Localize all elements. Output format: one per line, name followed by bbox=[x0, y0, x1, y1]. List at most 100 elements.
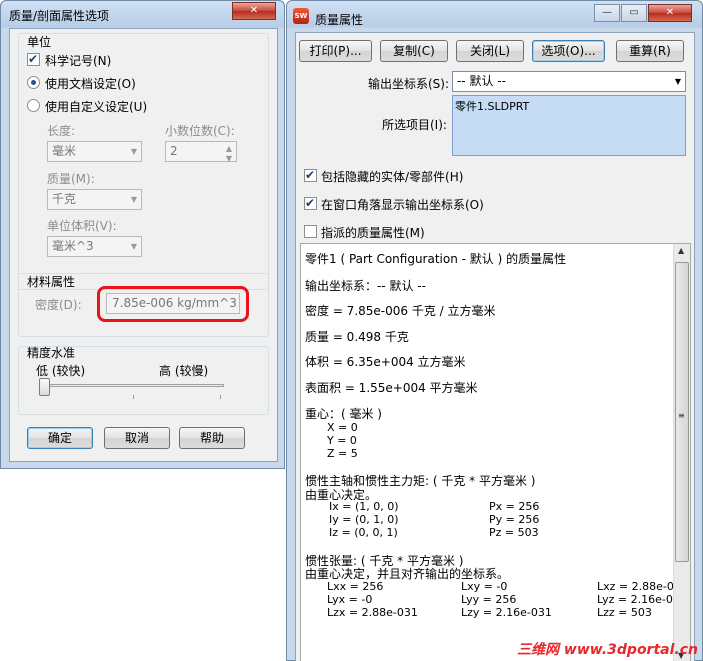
dropdown-arrow-icon: ▼ bbox=[130, 195, 137, 204]
close-report-button[interactable]: 关闭(L) bbox=[456, 40, 524, 62]
include-hidden-checkbox[interactable]: ✔ bbox=[304, 168, 317, 182]
report-mass-line: 质量 = 0.498 千克 bbox=[305, 330, 409, 344]
copy-button[interactable]: 复制(C) bbox=[380, 40, 448, 62]
ok-button[interactable]: 确定 bbox=[27, 427, 93, 449]
dropdown-arrow-icon: ▼ bbox=[130, 147, 137, 156]
per-volume-unit-value: 毫米^3 bbox=[52, 239, 94, 253]
report-axis-iy: Iy = (0, 1, 0) bbox=[329, 513, 399, 526]
window-titlebar[interactable]: SW 质量属性 — ▭ ✕ bbox=[287, 1, 702, 27]
use-custom-settings-label: 使用自定义设定(U) bbox=[45, 100, 148, 114]
site-watermark: 三维网 www.3dportal.cn bbox=[517, 642, 698, 658]
maximize-button[interactable]: ▭ bbox=[621, 4, 647, 22]
report-cog-title: 重心：( 毫米 ) bbox=[305, 407, 382, 421]
show-coord-corner-checkbox[interactable]: ✔ bbox=[304, 196, 317, 210]
report-tensor-cell: Lzy = 2.16e-031 bbox=[461, 606, 552, 619]
length-unit-select[interactable]: 毫米 ▼ bbox=[47, 141, 142, 162]
scroll-up-icon[interactable]: ▲ bbox=[678, 246, 684, 255]
scroll-grip-icon: ≡ bbox=[678, 411, 685, 420]
slider-tick bbox=[220, 395, 221, 399]
options-button[interactable]: 选项(O)... bbox=[532, 40, 605, 62]
report-tensor-cell: Lyx = -0 bbox=[327, 593, 373, 606]
report-tensor-cell: Lxx = 256 bbox=[327, 580, 384, 593]
spin-down-icon[interactable]: ▼ bbox=[226, 149, 232, 168]
slider-tick bbox=[133, 395, 134, 399]
minimize-button[interactable]: — bbox=[594, 4, 620, 22]
material-group-title: 材料属性 bbox=[27, 275, 76, 289]
decimals-value: 2 bbox=[170, 144, 178, 158]
mass-unit-select[interactable]: 千克 ▼ bbox=[47, 189, 142, 210]
density-value: 7.85e-006 kg/mm^3 bbox=[112, 296, 237, 310]
assigned-mass-label: 指派的质量属性(M) bbox=[321, 226, 425, 240]
length-unit-value: 毫米 bbox=[52, 144, 77, 158]
report-coord-line: 输出坐标系：-- 默认 -- bbox=[305, 279, 426, 293]
recalculate-button[interactable]: 重算(R) bbox=[616, 40, 684, 62]
report-tensor-cell: Lyy = 256 bbox=[461, 593, 517, 606]
show-coord-corner-label: 在窗口角落显示输出坐标系(O) bbox=[321, 198, 484, 212]
window-client: 打印(P)... 复制(C) 关闭(L) 选项(O)... 重算(R) 输出坐标… bbox=[295, 32, 695, 661]
report-cog-x: X = 0 bbox=[327, 421, 358, 434]
cancel-button[interactable]: 取消 bbox=[104, 427, 170, 449]
use-document-settings-label: 使用文档设定(O) bbox=[45, 77, 136, 91]
maximize-icon: ▭ bbox=[629, 7, 639, 18]
output-coord-label: 输出坐标系(S): bbox=[368, 77, 450, 91]
output-coord-value: -- 默认 -- bbox=[457, 74, 506, 88]
use-document-settings-radio[interactable] bbox=[27, 76, 40, 89]
close-icon: ✕ bbox=[249, 5, 259, 16]
report-tensor-cell: Lzx = 2.88e-031 bbox=[327, 606, 418, 619]
report-density-line: 密度 = 7.85e-006 千克 / 立方毫米 bbox=[305, 304, 496, 318]
checkmark-icon: ✔ bbox=[305, 168, 316, 182]
minimize-icon: — bbox=[602, 7, 612, 18]
close-icon: ✕ bbox=[665, 7, 675, 18]
output-coord-select[interactable]: -- 默认 -- ▼ bbox=[452, 71, 686, 92]
per-volume-unit-select[interactable]: 毫米^3 ▼ bbox=[47, 236, 142, 257]
solidworks-app-icon: SW bbox=[293, 8, 309, 24]
accuracy-group-title: 精度水准 bbox=[27, 346, 76, 360]
accuracy-low-label: 低 (较快) bbox=[36, 364, 86, 378]
use-custom-settings-radio[interactable] bbox=[27, 99, 40, 112]
scientific-notation-checkbox[interactable]: ✔ bbox=[27, 52, 40, 66]
selected-items-label: 所选项目(I): bbox=[382, 118, 447, 132]
report-scrollbar[interactable]: ▲ ≡ ▼ bbox=[673, 244, 690, 661]
dialog-titlebar[interactable]: 质量/剖面属性选项 ✕ bbox=[1, 1, 284, 27]
report-tensor-cell: Lxy = -0 bbox=[461, 580, 508, 593]
length-label: 长度: bbox=[47, 124, 76, 138]
include-hidden-label: 包括隐藏的实体/零部件(H) bbox=[321, 170, 464, 184]
report-tensor-cell: Lzz = 503 bbox=[597, 606, 652, 619]
app-icon-text: SW bbox=[294, 12, 308, 20]
accuracy-slider-track[interactable] bbox=[43, 384, 224, 387]
density-field[interactable]: 7.85e-006 kg/mm^3 bbox=[106, 293, 240, 314]
print-button[interactable]: 打印(P)... bbox=[299, 40, 372, 62]
checkmark-icon: ✔ bbox=[305, 196, 316, 210]
mass-unit-value: 千克 bbox=[52, 192, 77, 206]
mass-properties-report[interactable]: 零件1 ( Part Configuration - 默认 ) 的质量属性 输出… bbox=[300, 243, 691, 661]
mass-properties-window: SW 质量属性 — ▭ ✕ 打印(P)... 复制(C) 关闭(L) 选项(O)… bbox=[286, 0, 703, 661]
report-axis-iz: Iz = (0, 0, 1) bbox=[329, 526, 398, 539]
report-cog-y: Y = 0 bbox=[327, 434, 357, 447]
report-moment-px: Px = 256 bbox=[489, 500, 540, 513]
dialog-client: 单位 ✔ 科学记号(N) 使用文档设定(O) 使用自定义设定(U) 长度: 小数… bbox=[9, 28, 278, 462]
report-area-line: 表面积 = 1.55e+004 平方毫米 bbox=[305, 381, 478, 395]
selected-item[interactable]: 零件1.SLDPRT bbox=[455, 98, 529, 114]
mass-props-options-dialog: 质量/剖面属性选项 ✕ 单位 ✔ 科学记号(N) 使用文档设定(O) 使用自定义… bbox=[0, 0, 285, 469]
mass-label: 质量(M): bbox=[47, 172, 95, 186]
report-moment-py: Py = 256 bbox=[489, 513, 540, 526]
accuracy-slider-thumb[interactable] bbox=[39, 378, 50, 396]
selected-items-list[interactable]: 零件1.SLDPRT bbox=[452, 95, 686, 156]
report-heading: 零件1 ( Part Configuration - 默认 ) 的质量属性 bbox=[305, 252, 567, 266]
units-group: 单位 ✔ 科学记号(N) 使用文档设定(O) 使用自定义设定(U) 长度: 小数… bbox=[18, 33, 269, 290]
report-axis-ix: Ix = (1, 0, 0) bbox=[329, 500, 399, 513]
help-button[interactable]: 帮助 bbox=[179, 427, 245, 449]
dropdown-arrow-icon: ▼ bbox=[130, 242, 137, 251]
window-title: 质量属性 bbox=[315, 13, 364, 27]
decimals-label: 小数位数(C): bbox=[165, 124, 235, 138]
scientific-notation-label: 科学记号(N) bbox=[45, 54, 112, 68]
close-button[interactable]: ✕ bbox=[232, 2, 276, 20]
accuracy-group: 精度水准 低 (较快) 高 (较慢) bbox=[18, 346, 269, 415]
decimals-spinner[interactable]: 2 ▲ ▼ bbox=[165, 141, 237, 163]
close-button[interactable]: ✕ bbox=[648, 4, 692, 22]
material-group: 材料属性 密度(D): 7.85e-006 kg/mm^3 bbox=[18, 273, 269, 337]
assigned-mass-checkbox[interactable] bbox=[304, 225, 317, 238]
report-moment-pz: Pz = 503 bbox=[489, 526, 539, 539]
report-volume-line: 体积 = 6.35e+004 立方毫米 bbox=[305, 355, 466, 369]
accuracy-high-label: 高 (较慢) bbox=[159, 364, 209, 378]
